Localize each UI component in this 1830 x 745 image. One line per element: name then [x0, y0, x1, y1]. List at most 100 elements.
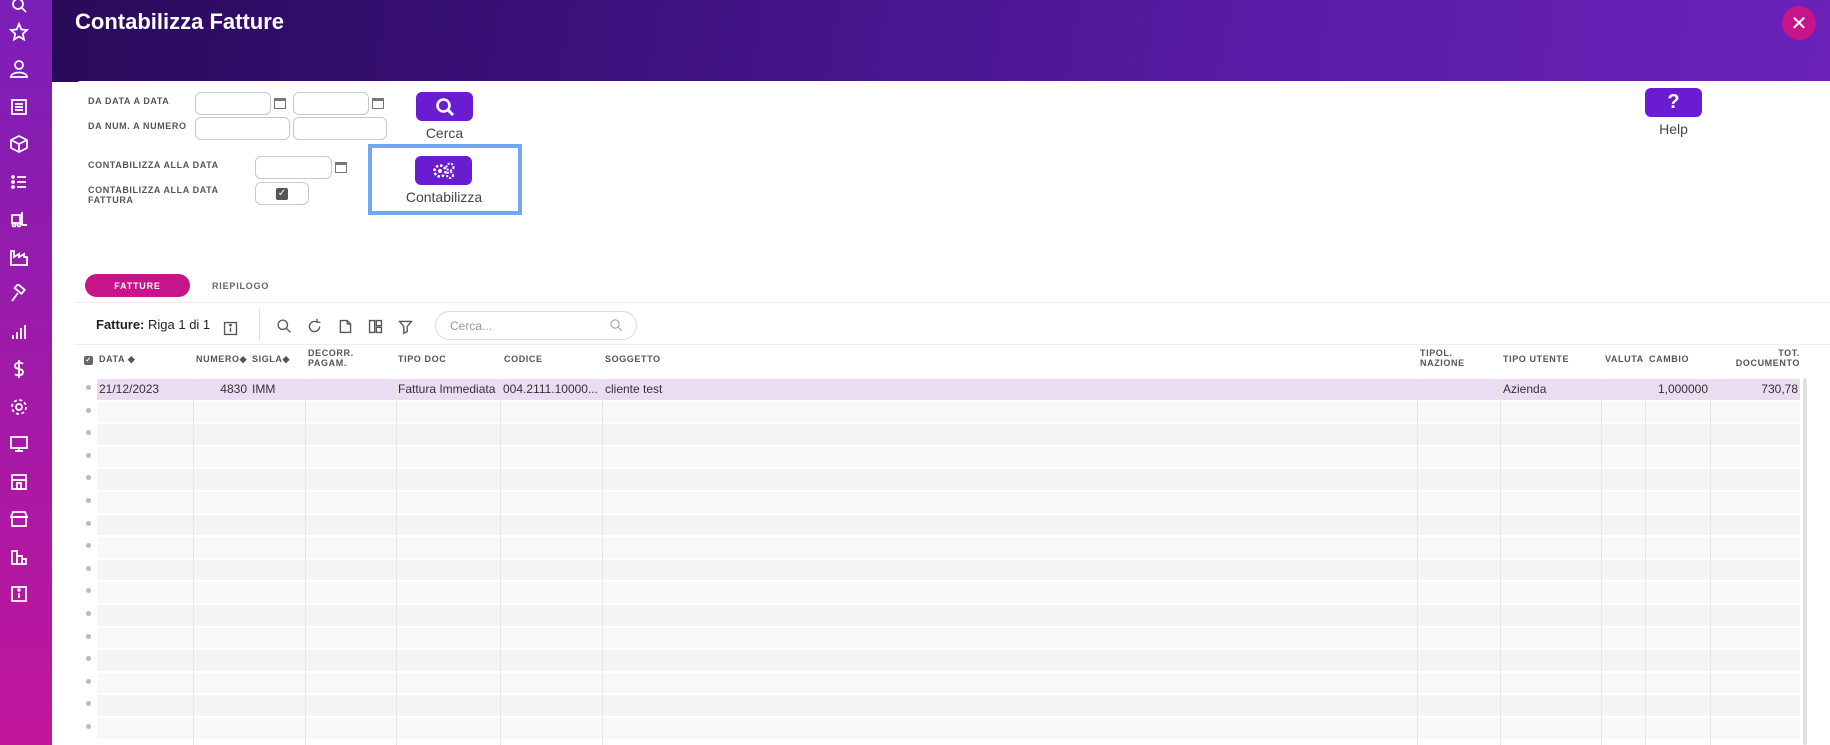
hammer-icon[interactable]: [8, 283, 30, 305]
row-handle[interactable]: [86, 611, 91, 616]
select-all-checkbox[interactable]: ✓: [84, 356, 93, 365]
page-header: [52, 0, 1830, 82]
vertical-scrollbar[interactable]: [1803, 378, 1807, 745]
info-icon[interactable]: [221, 319, 239, 337]
da-data-input[interactable]: [195, 92, 271, 115]
tab-fatture[interactable]: FATTURE: [85, 274, 190, 297]
table-row[interactable]: [97, 695, 1800, 716]
list-icon[interactable]: [8, 171, 30, 193]
cell-soggetto[interactable]: cliente test: [605, 382, 1005, 396]
table-row[interactable]: [97, 401, 1800, 423]
info-icon[interactable]: [8, 583, 30, 605]
row-handle[interactable]: [86, 385, 91, 390]
column-divider: [1645, 378, 1646, 745]
table-row[interactable]: [97, 537, 1800, 558]
search-icon[interactable]: [609, 318, 624, 338]
row-handle[interactable]: [86, 520, 91, 526]
calendar-icon[interactable]: [372, 98, 384, 109]
col-data[interactable]: DATA ◆: [99, 354, 135, 364]
columns-icon[interactable]: [366, 317, 384, 335]
table-row[interactable]: [97, 672, 1800, 694]
cell-numero[interactable]: 4830: [194, 382, 247, 396]
cell-tipo-doc[interactable]: Fattura Immediata: [398, 382, 500, 396]
contabilizza-data-fattura-checkbox[interactable]: ✓: [276, 188, 288, 200]
col-tipo-doc[interactable]: TIPO DOC: [398, 354, 446, 364]
column-divider: [1417, 378, 1418, 745]
table-row[interactable]: [97, 582, 1800, 603]
cerca-button[interactable]: [416, 92, 473, 121]
row-handle[interactable]: [86, 633, 91, 639]
column-divider: [305, 378, 306, 745]
forklift-icon[interactable]: [8, 208, 30, 230]
export-icon[interactable]: [336, 317, 354, 335]
da-numero-input[interactable]: [195, 117, 290, 140]
help-button[interactable]: ?: [1645, 88, 1702, 117]
box-icon[interactable]: [8, 133, 30, 155]
shop-icon[interactable]: [8, 508, 30, 530]
col-tipol-nazione[interactable]: TIPOL. NAZIONE: [1420, 348, 1465, 368]
table-row[interactable]: [97, 627, 1800, 649]
col-decorr[interactable]: DECORR. PAGAM.: [308, 348, 354, 368]
newspaper-icon[interactable]: [8, 96, 30, 118]
gears-icon: [432, 162, 454, 179]
col-numero-label: NUMERO: [196, 354, 240, 364]
refresh-icon[interactable]: [305, 317, 323, 335]
row-handle[interactable]: [86, 407, 91, 413]
grid-search: [435, 311, 637, 340]
buildings-icon[interactable]: [8, 546, 30, 568]
col-soggetto[interactable]: SOGGETTO: [605, 354, 661, 364]
table-row[interactable]: [97, 514, 1800, 536]
table-row[interactable]: [97, 559, 1800, 581]
table-row[interactable]: [97, 605, 1800, 626]
col-sigla[interactable]: SIGLA◆: [252, 354, 290, 364]
search-icon[interactable]: [8, 0, 30, 16]
table-row[interactable]: [97, 446, 1800, 468]
col-codice[interactable]: CODICE: [504, 354, 543, 364]
col-decorr-label-1: DECORR.: [308, 348, 354, 358]
col-tot-label-2: DOCUMENTO: [1735, 358, 1800, 368]
table-row[interactable]: [97, 718, 1800, 739]
table-row[interactable]: [97, 492, 1800, 513]
table-row[interactable]: [97, 469, 1800, 490]
cell-data[interactable]: 21/12/2023: [99, 382, 189, 396]
gear-icon[interactable]: [8, 396, 30, 418]
table-row[interactable]: [97, 424, 1800, 445]
cell-sigla[interactable]: IMM: [252, 382, 302, 396]
tab-riepilogo[interactable]: RIEPILOGO: [212, 274, 269, 297]
contabilizza-data-input[interactable]: [255, 156, 332, 179]
calendar-icon[interactable]: [274, 98, 286, 109]
search-input[interactable]: [450, 317, 600, 335]
cell-codice[interactable]: 004.2111.10000...: [503, 382, 600, 396]
row-handle[interactable]: [86, 498, 91, 503]
filter-icon[interactable]: [396, 317, 414, 335]
monitor-icon[interactable]: [8, 433, 30, 455]
cell-cambio[interactable]: 1,000000: [1649, 382, 1708, 396]
a-numero-input[interactable]: [293, 117, 387, 140]
close-button[interactable]: ✕: [1782, 6, 1816, 40]
user-icon[interactable]: [8, 58, 30, 80]
col-tipo-utente[interactable]: TIPO UTENTE: [1503, 354, 1569, 364]
zoom-icon[interactable]: [275, 317, 293, 335]
row-counter: Riga 1 di 1: [148, 317, 211, 332]
contabilizza-button[interactable]: [415, 156, 472, 185]
col-numero[interactable]: NUMERO◆: [196, 354, 247, 364]
cell-tipo-utente[interactable]: Azienda: [1503, 382, 1598, 396]
a-data-input[interactable]: [293, 92, 369, 115]
bar-chart-icon[interactable]: [8, 321, 30, 343]
row-handle[interactable]: [86, 452, 91, 458]
star-icon[interactable]: [8, 21, 30, 43]
col-valuta[interactable]: VALUTA: [1605, 354, 1644, 364]
contabilizza-data-fattura-label: CONTABILIZZA ALLA DATA FATTURA: [88, 185, 219, 205]
row-handle[interactable]: [86, 678, 91, 684]
col-cambio[interactable]: CAMBIO: [1649, 354, 1689, 364]
row-handle[interactable]: [86, 565, 91, 571]
close-icon: ✕: [1790, 12, 1808, 35]
factory-icon[interactable]: [8, 246, 30, 268]
table-row[interactable]: [97, 650, 1800, 671]
cell-tot-documento[interactable]: 730,78: [1712, 382, 1798, 396]
col-tot-documento[interactable]: TOT. DOCUMENTO: [1718, 348, 1800, 368]
calendar-icon[interactable]: [335, 162, 347, 173]
row-handle[interactable]: [86, 724, 91, 729]
store-icon[interactable]: [8, 471, 30, 493]
dollar-icon[interactable]: [8, 358, 30, 380]
